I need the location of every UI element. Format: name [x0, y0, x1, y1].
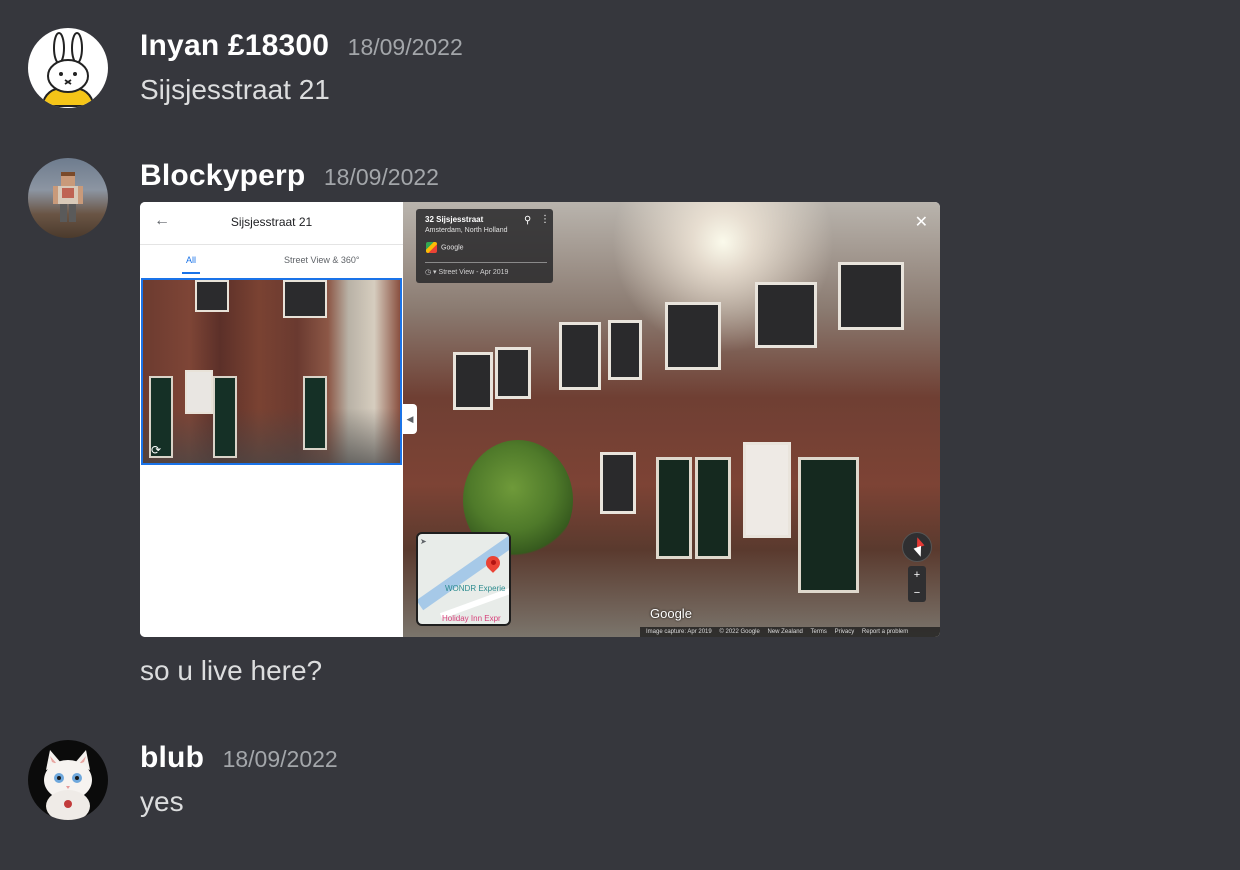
- zoom-out-icon: −: [913, 587, 921, 599]
- building-door: [695, 457, 731, 559]
- info-card-address: 32 Sijsjesstraat: [425, 215, 484, 224]
- map-marker-dot: [491, 560, 496, 565]
- thumbnail-door: [213, 376, 237, 458]
- info-card-source: Google: [426, 242, 464, 253]
- miffy-bunny-avatar[interactable]: [28, 28, 108, 108]
- minecraft-character-avatar[interactable]: [28, 158, 108, 238]
- building-window: [665, 302, 721, 370]
- building-window: [453, 352, 493, 410]
- building-window: [838, 262, 904, 330]
- message-text: yes: [140, 786, 184, 817]
- tab-street-view: Street View & 360°: [284, 255, 360, 265]
- chat-messages: Inyan £18300 18/09/2022 Sijsjesstraat 21…: [0, 0, 1240, 870]
- footer-item: © 2022 Google: [719, 629, 760, 635]
- more-vert-icon: ⋮: [540, 214, 550, 225]
- clock-icon: ◷ ▾: [425, 269, 437, 276]
- side-panel-header: ← Sijsjesstraat 21: [140, 202, 403, 245]
- building-window: [743, 442, 791, 538]
- minimap-label: WONDR Experie: [445, 584, 506, 593]
- message-text: so u live here?: [140, 655, 323, 686]
- zoom-in-icon: +: [913, 569, 921, 581]
- footer-item: Privacy: [834, 629, 855, 635]
- timestamp: 18/09/2022: [347, 34, 463, 60]
- miffy-icon: [40, 32, 96, 107]
- compass-needle-south: [913, 545, 925, 559]
- message-text: Sijsjesstraat 21: [140, 74, 330, 105]
- image-attachment[interactable]: ← Sijsjesstraat 21 All Street View & 360…: [140, 202, 940, 637]
- thumbnail-window: [195, 280, 229, 312]
- side-panel-tabs: All Street View & 360°: [140, 244, 403, 276]
- footer-item: Terms: [810, 629, 827, 635]
- info-card-history-label: Street View - Apr 2019: [438, 269, 509, 276]
- navigation-icon: ➤: [420, 537, 427, 546]
- footer-item: New Zealand: [767, 629, 803, 635]
- info-card-locality: Amsterdam, North Holland: [425, 227, 508, 234]
- message-header: blub 18/09/2022: [140, 741, 338, 775]
- close-icon: ✕: [914, 214, 928, 231]
- tab-all: All: [176, 255, 206, 274]
- info-card-history: ◷ ▾ Street View - Apr 2019: [425, 268, 508, 276]
- map-pin-icon: ⚲: [524, 215, 532, 226]
- cat-icon: [44, 750, 92, 820]
- collapse-panel-icon: ◀: [403, 404, 417, 434]
- google-watermark: Google: [650, 606, 692, 621]
- footer-item: Report a problem: [861, 629, 909, 635]
- maps-side-panel: ← Sijsjesstraat 21 All Street View & 360…: [140, 202, 403, 637]
- google-maps-logo-icon: [426, 242, 437, 253]
- building-window: [600, 452, 636, 514]
- rotate-360-icon: ⟳: [151, 443, 162, 457]
- white-cat-avatar[interactable]: [28, 740, 108, 820]
- thumbnail-window: [185, 370, 213, 414]
- message-header: Inyan £18300 18/09/2022: [140, 29, 463, 63]
- timestamp: 18/09/2022: [222, 746, 338, 772]
- street-view-thumbnail: ⟳: [141, 278, 402, 465]
- minimap: ➤ WONDR Experie Holiday Inn Expr: [416, 532, 511, 626]
- zoom-control: + −: [908, 566, 926, 602]
- location-info-card: 32 Sijsjesstraat Amsterdam, North Hollan…: [416, 209, 553, 283]
- username[interactable]: Blockyperp: [140, 159, 305, 192]
- minimap-label: Holiday Inn Expr: [442, 614, 501, 623]
- divider: [425, 262, 547, 263]
- info-card-source-label: Google: [441, 244, 464, 252]
- message-header: Blockyperp 18/09/2022: [140, 159, 439, 193]
- timestamp: 18/09/2022: [323, 164, 439, 190]
- street-view-panorama: ◀ 32 Sijsjesstraat Amsterdam, North Holl…: [403, 202, 940, 637]
- building-window: [755, 282, 817, 348]
- building-window: [495, 347, 531, 399]
- username[interactable]: Inyan £18300: [140, 29, 329, 62]
- compass-icon: [902, 532, 932, 562]
- footer-item: Image capture: Apr 2019: [646, 629, 712, 635]
- username[interactable]: blub: [140, 741, 204, 774]
- minecraft-character-icon: [53, 172, 83, 222]
- side-panel-title: Sijsjesstraat 21: [230, 215, 313, 229]
- building-door: [656, 457, 692, 559]
- building-window: [559, 322, 601, 390]
- thumbnail-door: [303, 376, 327, 450]
- building-window: [608, 320, 642, 380]
- thumbnail-window: [283, 280, 327, 318]
- building-door: [798, 457, 859, 593]
- attribution-footer: Image capture: Apr 2019 © 2022 Google Ne…: [640, 627, 940, 637]
